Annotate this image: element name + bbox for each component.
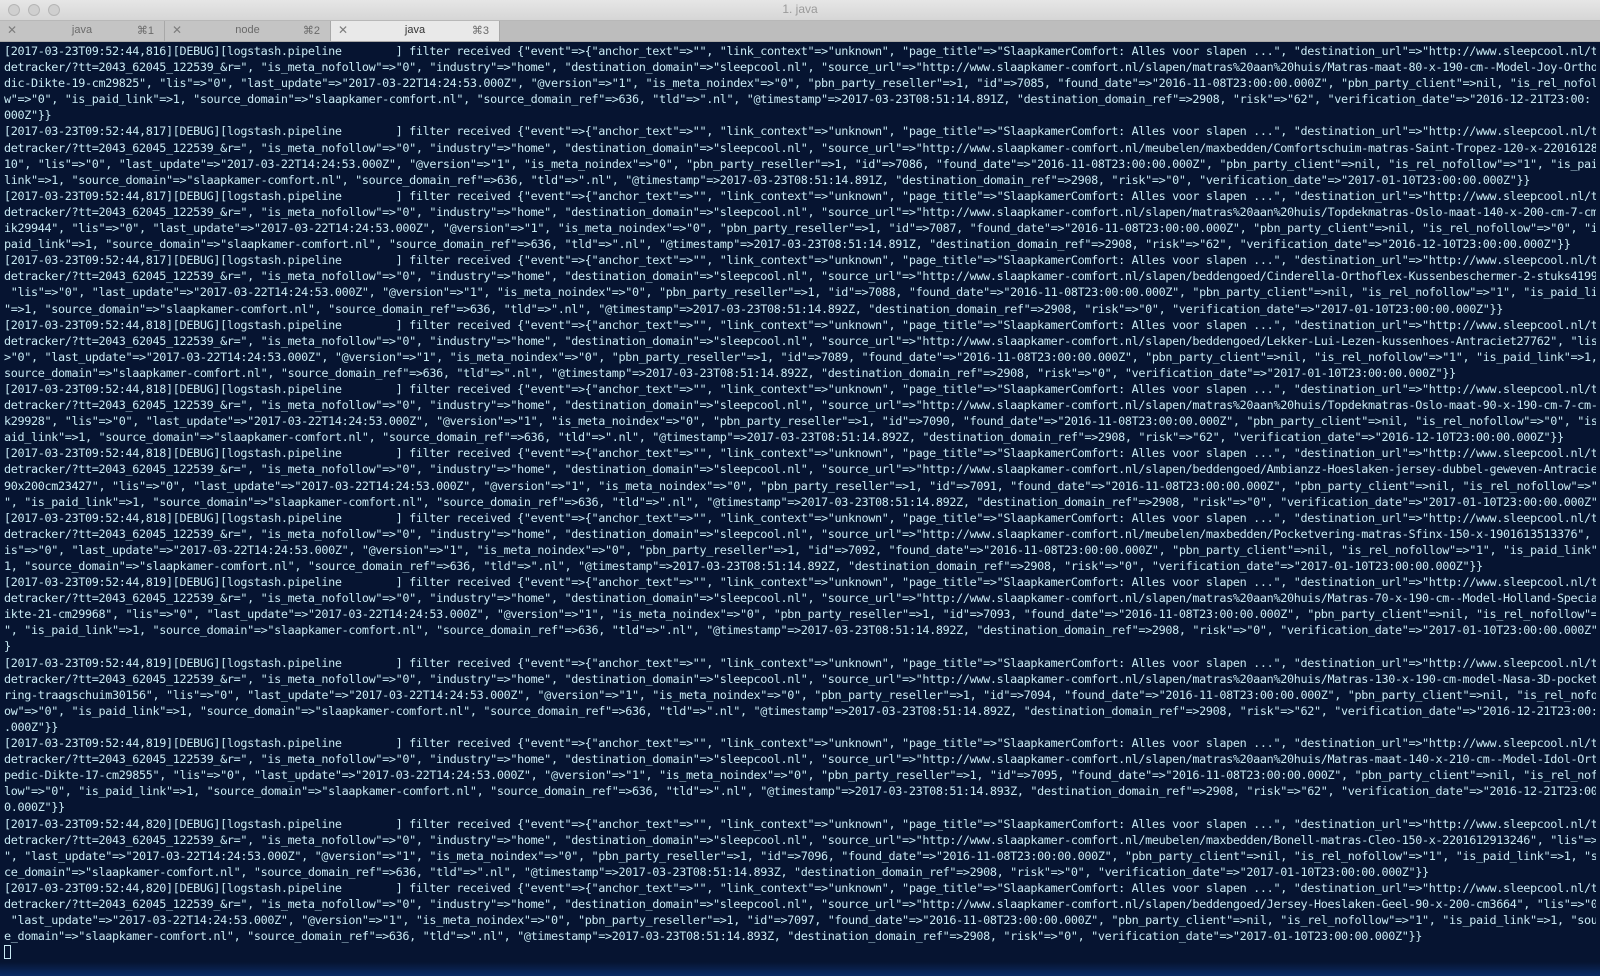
terminal-line: link"=>1, "source_domain"=>"slaapkamer-c… xyxy=(4,172,1531,187)
cursor-block xyxy=(4,945,11,960)
tab-bar: ✕ java ⌘1 ✕ node ⌘2 ✕ java ⌘3 xyxy=(0,21,1600,42)
prompt-line xyxy=(4,944,1596,960)
bottom-edge xyxy=(0,962,1600,976)
terminal-line: detracker/?tt=2043_62045_122539_&r=", "i… xyxy=(4,462,1596,477)
terminal-line: k29928", "lis"=>"0", "last_update"=>"201… xyxy=(4,414,1596,429)
terminal-line: ", "is_paid_link"=>1, "source_domain"=>"… xyxy=(4,494,1596,509)
terminal-line: ", "last_update"=>"2017-03-22T14:24:53.0… xyxy=(4,848,1596,863)
log-output: [2017-03-23T09:52:44,816][DEBUG][logstas… xyxy=(4,43,1596,960)
terminal-line: detracker/?tt=2043_62045_122539_&r=", "i… xyxy=(4,832,1596,847)
terminal-line: [2017-03-23T09:52:44,820][DEBUG][logstas… xyxy=(4,816,1596,831)
terminal-line: "=>1, "source_domain"=>"slaapkamer-comfo… xyxy=(4,301,1504,316)
terminal-line: } xyxy=(4,639,11,654)
terminal-line: [2017-03-23T09:52:44,817][DEBUG][logstas… xyxy=(4,253,1596,268)
terminal-line: 1, "source_domain"=>"slaapkamer-comfort.… xyxy=(4,559,1483,573)
terminal-line: w"=>"0", "is_paid_link"=>1, "source_doma… xyxy=(4,92,1591,107)
terminal-line: ow"=>"0", "is_paid_link"=>1, "source_dom… xyxy=(4,703,1596,718)
terminal-line: >"0", "last_update"=>"2017-03-22T14:24:5… xyxy=(4,349,1596,364)
terminal-line: ik29944", "lis"=>"0", "last_update"=>"20… xyxy=(4,221,1596,236)
tab-shortcut: ⌘1 xyxy=(136,25,154,37)
terminal-line: [2017-03-23T09:52:44,816][DEBUG][logstas… xyxy=(4,44,1596,58)
terminal-line: "last_update"=>"2017-03-22T14:24:53.000Z… xyxy=(4,913,1596,928)
terminal-line: detracker/?tt=2043_62045_122539_&r=", "i… xyxy=(4,204,1596,219)
terminal-line: ikte-21-cm29968", "lis"=>"0", "last_upda… xyxy=(4,607,1596,622)
terminal-line: ring-traagschuim30156", "lis"=>"0", "las… xyxy=(4,687,1596,702)
terminal-line: detracker/?tt=2043_62045_122539_&r=", "i… xyxy=(4,896,1596,911)
terminal-line: detracker/?tt=2043_62045_122539_&r=", "i… xyxy=(4,671,1596,686)
terminal-output[interactable]: [2017-03-23T09:52:44,816][DEBUG][logstas… xyxy=(0,42,1600,976)
terminal-line: detracker/?tt=2043_62045_122539_&r=", "i… xyxy=(4,526,1596,541)
terminal-line: "lis"=>"0", "last_update"=>"2017-03-22T1… xyxy=(4,285,1596,300)
terminal-line: 10", "lis"=>"0", "last_update"=>"2017-03… xyxy=(4,156,1596,171)
terminal-line: detracker/?tt=2043_62045_122539_&r=", "i… xyxy=(4,398,1596,413)
terminal-line: is"=>"0", "last_update"=>"2017-03-22T14:… xyxy=(4,542,1596,557)
terminal-line: [2017-03-23T09:52:44,819][DEBUG][logstas… xyxy=(4,655,1596,670)
terminal-line: [2017-03-23T09:52:44,818][DEBUG][logstas… xyxy=(4,446,1596,461)
terminal-line: e_domain"=>"slaapkamer-comfort.nl", "sou… xyxy=(4,929,1422,944)
terminal-line: source_domain"=>"slaapkamer-comfort.nl",… xyxy=(4,365,1456,380)
tab-bar-empty-area[interactable] xyxy=(500,21,1600,41)
terminal-line: detracker/?tt=2043_62045_122539_&r=", "i… xyxy=(4,752,1596,767)
terminal-line: low"=>"0", "is_paid_link"=>1, "source_do… xyxy=(4,784,1596,799)
terminal-line: paid_link"=>1, "source_domain"=>"slaapka… xyxy=(4,237,1571,252)
terminal-window: 1. java ✕ java ⌘1 ✕ node ⌘2 ✕ java ⌘3 [2… xyxy=(0,0,1600,976)
terminal-line: detracker/?tt=2043_62045_122539_&r=", "i… xyxy=(4,333,1596,348)
terminal-line: [2017-03-23T09:52:44,819][DEBUG][logstas… xyxy=(4,736,1596,751)
terminal-line: [2017-03-23T09:52:44,818][DEBUG][logstas… xyxy=(4,510,1596,525)
tab-java-1[interactable]: ✕ java ⌘1 xyxy=(0,21,165,41)
tab-shortcut: ⌘3 xyxy=(471,25,489,37)
terminal-line: 90x200cm23427", "lis"=>"0", "last_update… xyxy=(4,478,1596,493)
terminal-line: aid_link"=>1, "source_domain"=>"slaapkam… xyxy=(4,430,1564,445)
terminal-line: 000Z"}} xyxy=(4,108,52,123)
tab-shortcut: ⌘2 xyxy=(302,25,320,37)
terminal-line: 0.000Z"}} xyxy=(4,800,65,815)
terminal-line: [2017-03-23T09:52:44,817][DEBUG][logstas… xyxy=(4,188,1596,203)
title-bar[interactable]: 1. java xyxy=(0,0,1600,21)
window-title: 1. java xyxy=(782,2,818,16)
terminal-line: pedic-Dikte-17-cm29855", "lis"=>"0", "la… xyxy=(4,768,1596,783)
terminal-line: ce_domain"=>"slaapkamer-comfort.nl", "so… xyxy=(4,864,1429,879)
terminal-line: detracker/?tt=2043_62045_122539_&r=", "i… xyxy=(4,269,1596,284)
terminal-line: .000Z"}} xyxy=(4,719,59,734)
terminal-line: [2017-03-23T09:52:44,820][DEBUG][logstas… xyxy=(4,880,1596,895)
tab-node[interactable]: ✕ node ⌘2 xyxy=(165,21,331,41)
terminal-line: detracker/?tt=2043_62045_122539_&r=", "i… xyxy=(4,60,1596,75)
terminal-line: detracker/?tt=2043_62045_122539_&r=", "i… xyxy=(4,591,1596,606)
terminal-line: [2017-03-23T09:52:44,818][DEBUG][logstas… xyxy=(4,381,1596,396)
terminal-line: ", "is_paid_link"=>1, "source_domain"=>"… xyxy=(4,623,1596,638)
tab-java-3[interactable]: ✕ java ⌘3 xyxy=(331,21,500,41)
terminal-line: dic-Dikte-19-cm29825", "lis"=>"0", "last… xyxy=(4,76,1596,91)
terminal-line: [2017-03-23T09:52:44,818][DEBUG][logstas… xyxy=(4,317,1596,332)
terminal-line: [2017-03-23T09:52:44,819][DEBUG][logstas… xyxy=(4,575,1596,590)
terminal-line: detracker/?tt=2043_62045_122539_&r=", "i… xyxy=(4,140,1596,155)
terminal-line: [2017-03-23T09:52:44,817][DEBUG][logstas… xyxy=(4,124,1596,139)
